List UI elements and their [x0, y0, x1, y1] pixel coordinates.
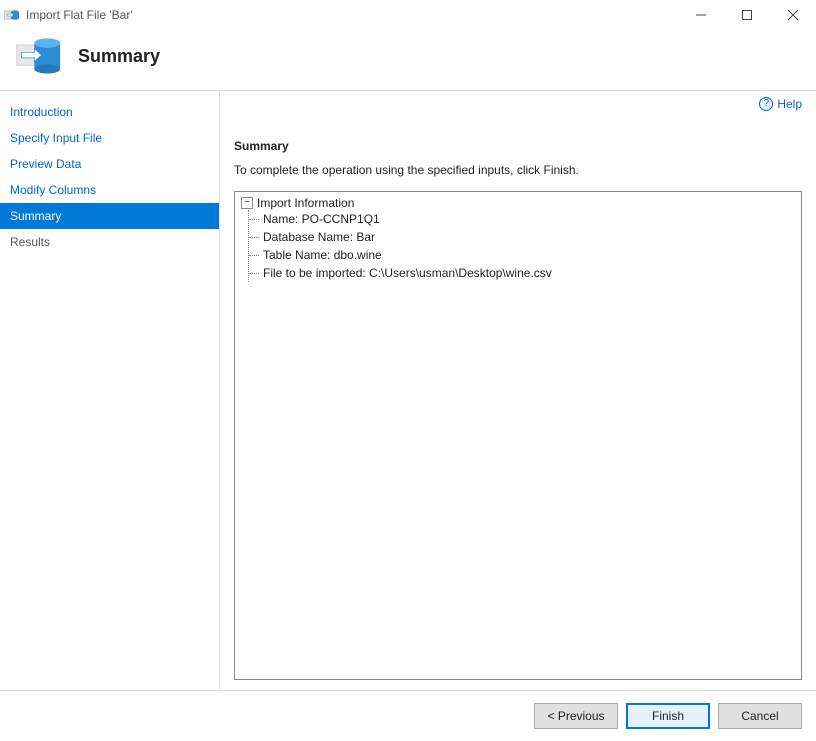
tree-collapse-icon[interactable]: −	[241, 197, 253, 209]
main-content: ? Help Summary To complete the operation…	[220, 91, 816, 690]
section-title: Summary	[234, 139, 802, 153]
help-label: Help	[777, 97, 802, 111]
body: Introduction Specify Input File Preview …	[0, 90, 816, 690]
sidebar: Introduction Specify Input File Preview …	[0, 91, 220, 690]
tree-item: Name: PO-CCNP1Q1	[249, 210, 795, 228]
sidebar-item-introduction[interactable]: Introduction	[0, 99, 219, 125]
app-icon	[4, 7, 20, 23]
previous-button[interactable]: < Previous	[534, 703, 618, 729]
sidebar-item-summary[interactable]: Summary	[0, 203, 219, 229]
tree-root-label: Import Information	[257, 196, 354, 210]
help-link[interactable]: ? Help	[759, 97, 802, 111]
tree-children: Name: PO-CCNP1Q1 Database Name: Bar Tabl…	[248, 210, 795, 282]
section-desc: To complete the operation using the spec…	[234, 163, 802, 177]
maximize-button[interactable]	[724, 0, 770, 30]
window-title: Import Flat File 'Bar'	[26, 8, 678, 22]
summary-tree: − Import Information Name: PO-CCNP1Q1 Da…	[234, 191, 802, 680]
titlebar: Import Flat File 'Bar'	[0, 0, 816, 30]
tree-root: − Import Information	[241, 196, 795, 210]
window-controls	[678, 0, 816, 30]
tree-item: Table Name: dbo.wine	[249, 246, 795, 264]
tree-item: Database Name: Bar	[249, 228, 795, 246]
sidebar-item-modify-columns[interactable]: Modify Columns	[0, 177, 219, 203]
sidebar-item-specify-input-file[interactable]: Specify Input File	[0, 125, 219, 151]
sidebar-item-preview-data[interactable]: Preview Data	[0, 151, 219, 177]
page-title: Summary	[78, 46, 160, 67]
finish-button[interactable]: Finish	[626, 703, 710, 729]
footer: < Previous Finish Cancel	[0, 690, 816, 741]
minimize-button[interactable]	[678, 0, 724, 30]
header-db-icon	[14, 32, 62, 80]
help-row: ? Help	[234, 97, 802, 111]
tree-item: File to be imported: C:\Users\usman\Desk…	[249, 264, 795, 282]
cancel-button[interactable]: Cancel	[718, 703, 802, 729]
help-icon: ?	[759, 97, 773, 111]
header: Summary	[0, 30, 816, 90]
close-button[interactable]	[770, 0, 816, 30]
sidebar-item-results[interactable]: Results	[0, 229, 219, 255]
